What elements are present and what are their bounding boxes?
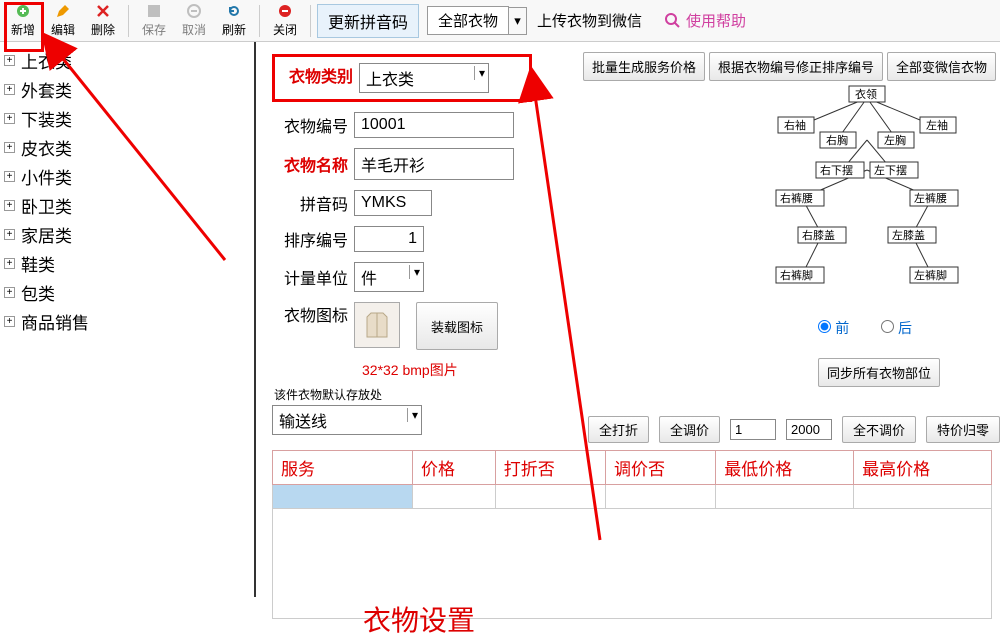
- sort-label: 排序编号: [272, 227, 348, 251]
- delete-button[interactable]: 删除: [84, 1, 122, 40]
- search-icon: [664, 12, 682, 30]
- storage-select[interactable]: 输送线: [272, 405, 422, 435]
- tree-item[interactable]: +小件类: [4, 162, 254, 191]
- dropdown-arrow-icon[interactable]: ▾: [509, 7, 527, 35]
- code-label: 衣物编号: [272, 113, 348, 137]
- no-adjust-button[interactable]: 全不调价: [842, 416, 916, 443]
- code-input[interactable]: 10001: [354, 112, 514, 138]
- save-button[interactable]: 保存: [135, 1, 173, 40]
- all-discount-button[interactable]: 全打折: [588, 416, 649, 443]
- back-radio[interactable]: [881, 320, 894, 333]
- adjust-val1-input[interactable]: [730, 419, 776, 440]
- toolbar: 新增 编辑 删除 保存 取消 刷新 关闭 更新拼音码 全部衣物 ▾ 上传衣物到微…: [0, 0, 1000, 42]
- sync-parts-button[interactable]: 同步所有衣物部位: [818, 358, 940, 387]
- load-icon-button[interactable]: 装载图标: [416, 302, 498, 350]
- annotation-text: 衣物设置: [363, 599, 475, 639]
- cancel-button[interactable]: 取消: [175, 1, 213, 40]
- svg-text:左胸: 左胸: [884, 133, 906, 147]
- pinyin-label: 拼音码: [272, 191, 348, 215]
- svg-text:右胸: 右胸: [826, 133, 848, 147]
- tree-item[interactable]: +卧卫类: [4, 191, 254, 220]
- pinyin-input[interactable]: YMKS: [354, 190, 432, 216]
- tree-item[interactable]: +家居类: [4, 220, 254, 249]
- table-row[interactable]: [273, 485, 992, 509]
- tree-item[interactable]: +鞋类: [4, 249, 254, 278]
- clothing-icon-preview: [354, 302, 400, 348]
- svg-text:左袖: 左袖: [926, 118, 948, 132]
- all-wechat-button[interactable]: 全部变微信衣物: [887, 52, 996, 81]
- front-radio[interactable]: [818, 320, 831, 333]
- name-input[interactable]: 羊毛开衫: [354, 148, 514, 180]
- help-button[interactable]: 使用帮助: [656, 6, 754, 35]
- svg-text:右裤腰: 右裤腰: [780, 191, 813, 205]
- svg-text:左裤脚: 左裤脚: [914, 268, 947, 282]
- tree-item[interactable]: +外套类: [4, 75, 254, 104]
- svg-text:左膝盖: 左膝盖: [892, 228, 925, 242]
- category-label: 衣物类别: [277, 63, 353, 93]
- svg-text:右下摆: 右下摆: [820, 163, 853, 177]
- fix-sort-button[interactable]: 根据衣物编号修正排序编号: [709, 52, 883, 81]
- all-clothes-dropdown[interactable]: 全部衣物 ▾: [427, 6, 527, 35]
- sort-input[interactable]: 1: [354, 226, 424, 252]
- all-adjust-button[interactable]: 全调价: [659, 416, 720, 443]
- update-pinyin-button[interactable]: 更新拼音码: [317, 4, 419, 38]
- body-part-diagram: 衣领 右袖 左袖 右胸 左胸 右下摆 左下摆 右裤腰 左裤腰 右膝盖 左膝盖 右…: [742, 80, 992, 300]
- storage-label: 该件衣物默认存放处: [274, 386, 1000, 403]
- price-table: 服务 价格 打折否 调价否 最低价格 最高价格 衣物设置: [272, 450, 992, 619]
- batch-price-button[interactable]: 批量生成服务价格: [583, 52, 705, 81]
- icon-label: 衣物图标: [272, 302, 348, 326]
- new-button[interactable]: 新增: [4, 1, 42, 40]
- adjust-val2-input[interactable]: [786, 419, 832, 440]
- svg-text:右裤脚: 右裤脚: [780, 268, 813, 282]
- unit-select[interactable]: 件: [354, 262, 424, 292]
- close-button[interactable]: 关闭: [266, 1, 304, 40]
- unit-label: 计量单位: [272, 265, 348, 289]
- svg-text:右膝盖: 右膝盖: [802, 228, 835, 242]
- tree-item[interactable]: +上衣类: [4, 46, 254, 75]
- edit-button[interactable]: 编辑: [44, 1, 82, 40]
- refresh-button[interactable]: 刷新: [215, 1, 253, 40]
- name-label: 衣物名称: [272, 152, 348, 176]
- svg-text:衣领: 衣领: [855, 87, 877, 101]
- adjust-row: 全打折 全调价 全不调价 特价归零: [588, 416, 1000, 443]
- svg-text:左裤腰: 左裤腰: [914, 191, 947, 205]
- tree-item[interactable]: +下装类: [4, 104, 254, 133]
- category-select[interactable]: 上衣类: [359, 63, 489, 93]
- category-tree: +上衣类 +外套类 +下装类 +皮衣类 +小件类 +卧卫类 +家居类 +鞋类 +…: [0, 42, 256, 597]
- front-back-radio: 前 后: [818, 318, 940, 338]
- upload-wechat-button[interactable]: 上传衣物到微信: [537, 10, 642, 31]
- tree-item[interactable]: +皮衣类: [4, 133, 254, 162]
- tree-item[interactable]: +商品销售: [4, 307, 254, 336]
- tree-item[interactable]: +包类: [4, 278, 254, 307]
- special-zero-button[interactable]: 特价归零: [926, 416, 1000, 443]
- svg-text:右袖: 右袖: [784, 118, 806, 132]
- main-panel: 批量生成服务价格 根据衣物编号修正排序编号 全部变微信衣物 衣物类别 上衣类 衣…: [258, 42, 1000, 597]
- svg-text:左下摆: 左下摆: [874, 163, 907, 177]
